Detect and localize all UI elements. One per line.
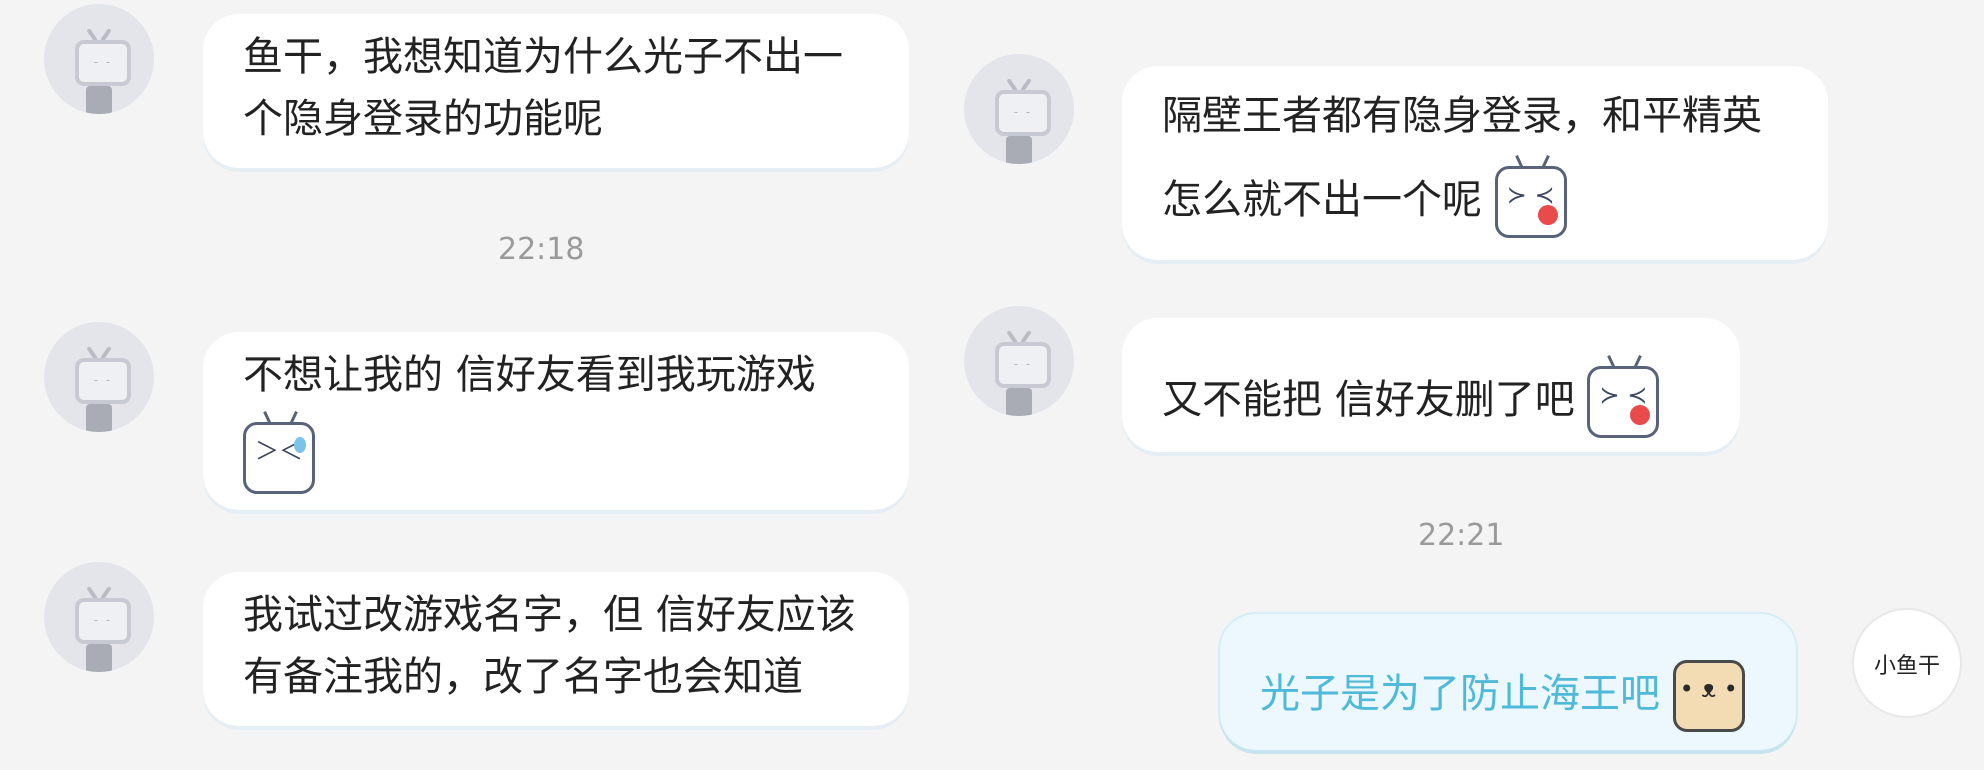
message-bubble[interactable]: 又不能把 信好友删了吧 ≻ ≺ [1122, 318, 1740, 452]
contact-avatar[interactable]: - - [44, 322, 154, 432]
message-text: 又不能把 信好友删了吧 [1162, 377, 1575, 423]
crying-face-emoji: ≻ ≺ [1587, 355, 1660, 438]
user-avatar[interactable]: 小鱼干 [1852, 608, 1962, 718]
contact-avatar[interactable]: - - [44, 562, 154, 672]
dog-face-emoji: • ᴥ • [1672, 660, 1745, 732]
sweat-face-emoji: ＞＜ [243, 411, 315, 494]
message-text: 光子是为了防止海王吧 [1260, 671, 1660, 717]
message-bubble[interactable]: 不想让我的 信好友看到我玩游戏 ＞＜ [203, 332, 909, 510]
crying-face-emoji: ≻ ≺ [1494, 155, 1567, 238]
message-bubble[interactable]: 鱼干，我想知道为什么光子不出一个隐身登录的功能呢 [203, 14, 909, 168]
message-text: 不想让我的 信好友看到我玩游戏 [243, 352, 816, 398]
timestamp: 22:21 [1418, 518, 1505, 553]
message-text: 鱼干，我想知道为什么光子不出一个隐身登录的功能呢 [243, 34, 843, 142]
message-bubble[interactable]: 隔壁王者都有隐身登录，和平精英怎么就不出一个呢 ≻ ≺ [1122, 66, 1828, 260]
message-text: 我试过改游戏名字，但 信好友应该有备注我的，改了名字也会知道 [243, 592, 856, 700]
timestamp: 22:18 [498, 232, 585, 267]
contact-avatar[interactable]: - - [44, 4, 154, 114]
user-avatar-label: 小鱼干 [1873, 654, 1940, 679]
contact-avatar[interactable]: - - [964, 306, 1074, 416]
my-message-bubble[interactable]: 光子是为了防止海王吧 • ᴥ • [1220, 614, 1796, 750]
message-text: 隔壁王者都有隐身登录，和平精英怎么就不出一个呢 [1162, 93, 1762, 223]
message-bubble[interactable]: 我试过改游戏名字，但 信好友应该有备注我的，改了名字也会知道 [203, 572, 909, 726]
contact-avatar[interactable]: - - [964, 54, 1074, 164]
